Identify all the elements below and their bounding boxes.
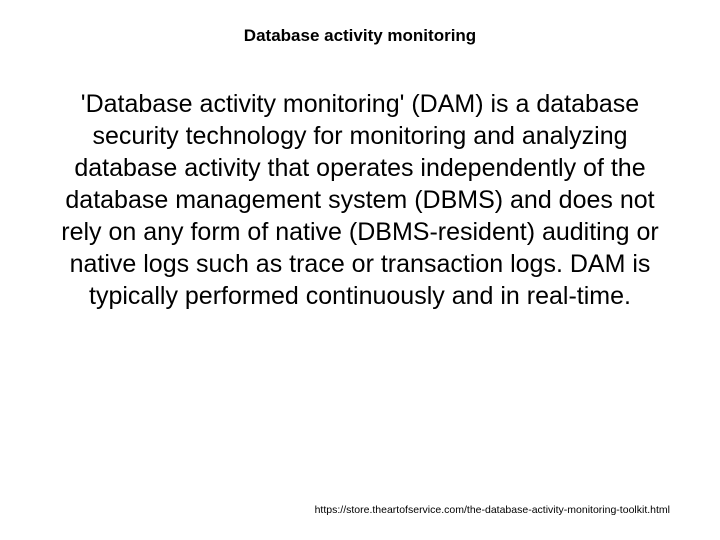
- slide-container: Database activity monitoring 'Database a…: [0, 0, 720, 540]
- slide-body-text: 'Database activity monitoring' (DAM) is …: [50, 88, 670, 312]
- footer-link: https://store.theartofservice.com/the-da…: [315, 504, 670, 516]
- slide-title: Database activity monitoring: [50, 26, 670, 46]
